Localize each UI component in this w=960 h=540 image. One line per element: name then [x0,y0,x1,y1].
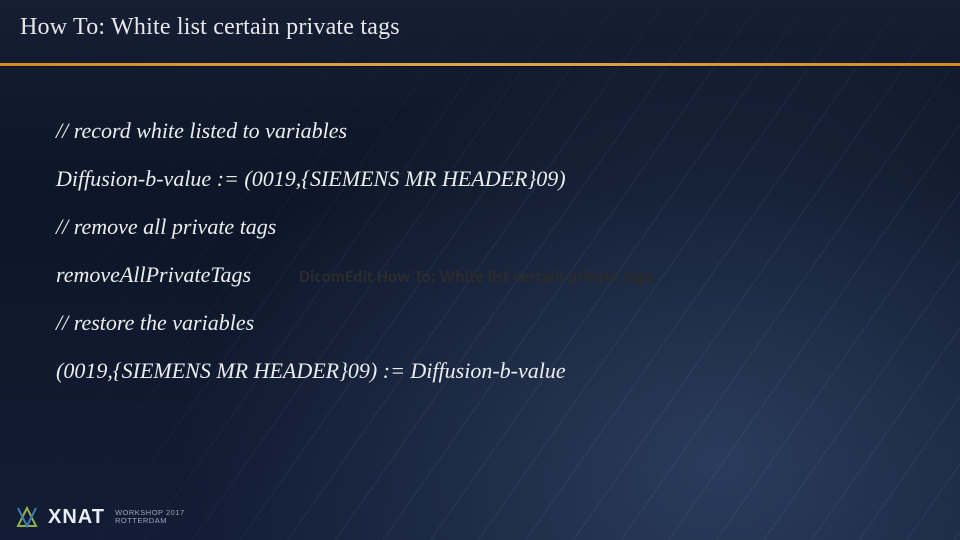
code-line-comment-1: // record white listed to variables [56,114,904,148]
footer-sub-line-2: ROTTERDAM [115,517,185,525]
code-block: // record white listed to variables Diff… [0,66,960,389]
code-line-assign-1: Diffusion-b-value := (0019,{SIEMENS MR H… [56,162,904,196]
code-line-call: removeAllPrivateTags [56,258,251,292]
slide-title: How To: White list certain private tags [0,0,960,51]
code-line-comment-2: // remove all private tags [56,210,904,244]
xnat-logo-icon [14,504,40,530]
footer-subtitle: WORKSHOP 2017 ROTTERDAM [115,509,185,525]
code-line-assign-2: (0019,{SIEMENS MR HEADER}09) := Diffusio… [56,354,904,388]
footer-brand: XNAT [48,506,105,529]
footer: XNAT WORKSHOP 2017 ROTTERDAM [14,504,185,530]
slide: How To: White list certain private tags … [0,0,960,540]
inline-annotation: DicomEdit How To: White list certain pri… [299,264,653,290]
code-line-comment-3: // restore the variables [56,306,904,340]
